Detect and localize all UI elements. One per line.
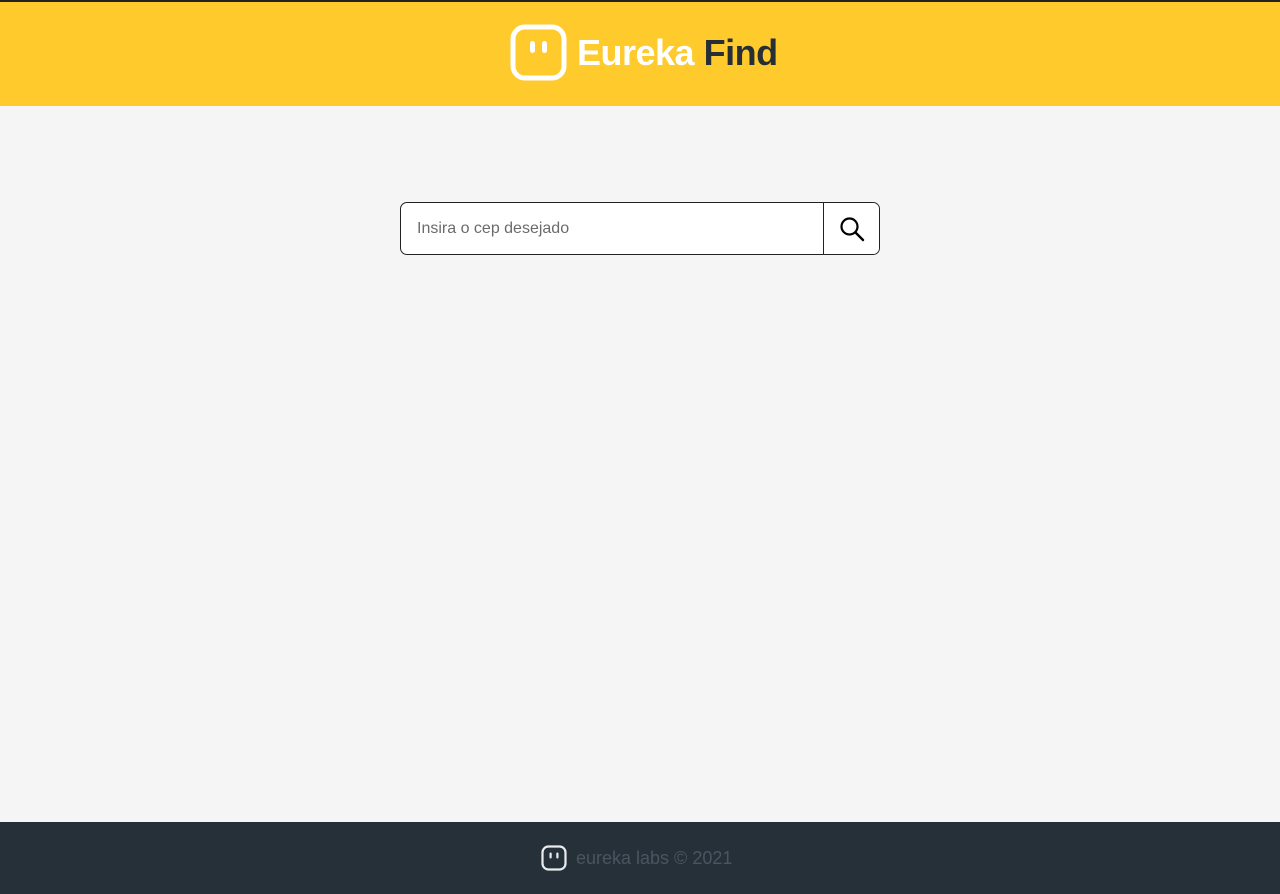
brand[interactable]: Eureka Find xyxy=(510,24,778,81)
cep-search-input[interactable] xyxy=(401,203,823,254)
search-icon xyxy=(839,216,864,241)
brand-title-second: Find xyxy=(703,32,778,73)
footer-brand: eureka labs © 2021 xyxy=(541,845,732,871)
footer-copyright: eureka labs © 2021 xyxy=(576,848,733,868)
brand-title-first: Eureka xyxy=(577,32,695,73)
search-button[interactable] xyxy=(823,203,879,254)
eureka-face-icon xyxy=(510,24,567,81)
eureka-face-icon xyxy=(541,845,567,871)
cep-search-bar xyxy=(400,202,880,255)
brand-title: Eureka Find xyxy=(577,24,778,81)
